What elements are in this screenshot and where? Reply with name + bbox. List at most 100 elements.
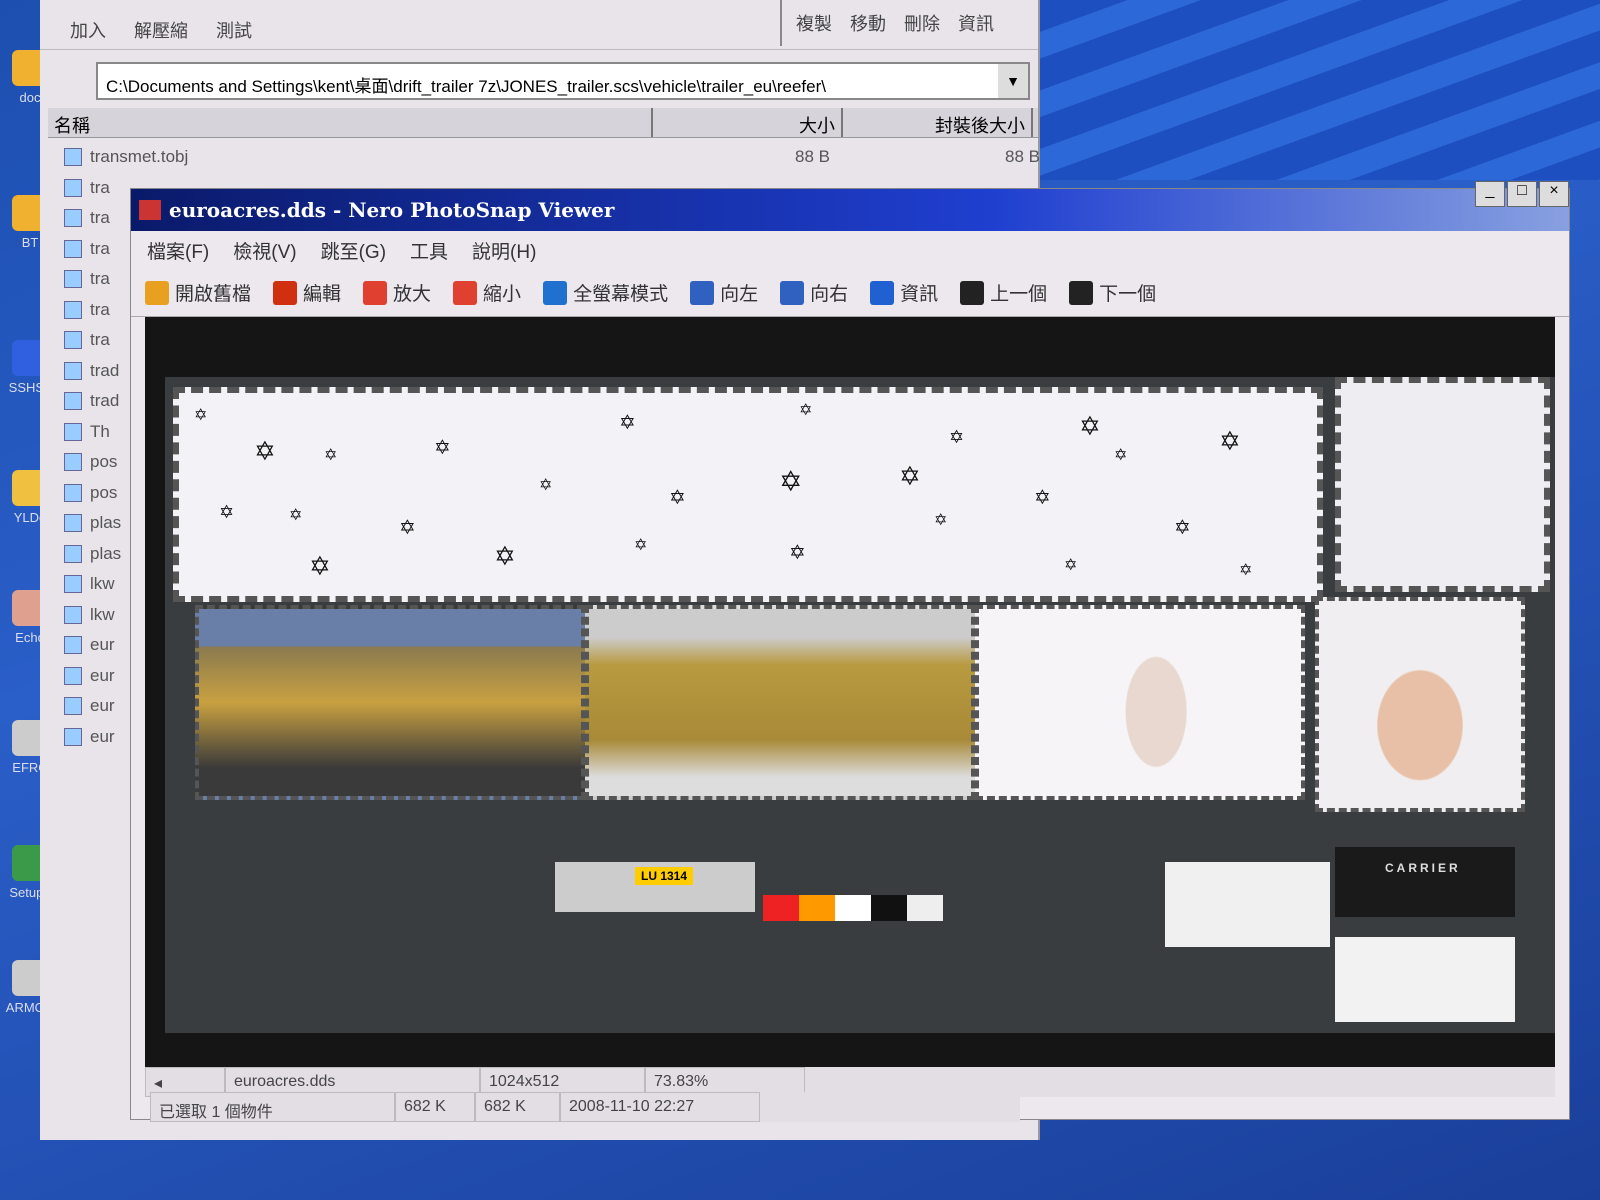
toolbar-label: 開啟舊檔 (175, 284, 252, 305)
viewer-window: euroacres.dds - Nero PhotoSnap Viewer _ … (130, 181, 1570, 1120)
file-name: plas (90, 513, 122, 533)
star-icon: ✡ (1064, 557, 1078, 574)
close-button[interactable]: × (1539, 181, 1569, 207)
file-name: tra (90, 269, 110, 289)
file-name: lkw (90, 604, 115, 624)
info-button[interactable]: 資訊 (958, 10, 994, 36)
star-icon: ✡ (799, 402, 813, 419)
model-photo (975, 605, 1305, 800)
extract-button[interactable]: 解壓縮 (134, 17, 188, 43)
copy-button[interactable]: 複製 (796, 10, 832, 36)
archiver-toolbar: 加入 解壓縮 測試 複製 移動 刪除 資訊 (40, 0, 1038, 50)
fullscreen-button[interactable]: 全螢幕模式 (543, 279, 668, 306)
white-panel-2 (1335, 937, 1515, 1022)
file-icon (64, 483, 82, 502)
arrow-left-button[interactable]: 上一個 (960, 279, 1047, 306)
arrow-right-icon (1069, 280, 1094, 305)
archiver-status-bar: 已選取 1 個物件 682 K 682 K 2008-11-10 22:27 (150, 1092, 1020, 1122)
star-icon: ✡ (289, 507, 303, 524)
status-modified: 2008-11-10 22:27 (560, 1092, 760, 1122)
info-button[interactable]: 資訊 (870, 279, 938, 306)
file-icon (64, 239, 82, 258)
address-text: C:\Documents and Settings\kent\桌面\drift_… (106, 77, 826, 96)
rotate-right-button[interactable]: 向右 (780, 279, 848, 306)
star-icon: ✡ (949, 427, 965, 447)
toolbar-label: 全螢幕模式 (573, 284, 669, 305)
file-icon (64, 575, 82, 594)
star-icon: ✡ (1219, 426, 1241, 456)
file-name: transmet.tobj (90, 147, 189, 167)
menu-item[interactable]: 檔案(F) (147, 237, 209, 264)
column-name[interactable]: 名稱 (48, 108, 653, 137)
menu-item[interactable]: 跳至(G) (321, 237, 386, 264)
star-icon: ✡ (1034, 487, 1051, 509)
viewer-toolbar: 開啟舊檔 編輯 放大 縮小 全螢幕模式 向左 向右 資訊 上一個 下一個 (131, 269, 1569, 317)
window-title: euroacres.dds - Nero PhotoSnap Viewer (169, 198, 615, 222)
star-icon: ✡ (634, 537, 648, 554)
menu-item[interactable]: 工具 (410, 237, 448, 264)
file-name: pos (90, 482, 118, 502)
file-icon (64, 453, 82, 472)
rotate-right-icon (780, 280, 805, 305)
star-icon: ✡ (194, 407, 208, 424)
maximize-button[interactable]: □ (1507, 181, 1537, 207)
car-photo-1 (195, 605, 585, 800)
star-panel: ✡ ✡ ✡ ✡ ✡ ✡ ✡ ✡ ✡ ✡ ✡ ✡ ✡ ✡ ✡ ✡ ✡ ✡ ✡ ✡ ✡ ✡ ✡ ✡ ✡ ✡ (173, 387, 1323, 602)
menu-item[interactable]: 檢視(V) (233, 237, 296, 264)
test-button[interactable]: 測試 (216, 17, 252, 43)
file-name: Th (90, 421, 110, 441)
delete-button[interactable]: 刪除 (904, 10, 940, 36)
file-icon (64, 148, 82, 167)
zoom-in-button[interactable]: 放大 (363, 279, 431, 306)
file-name: tra (90, 330, 110, 350)
file-name: tra (90, 177, 110, 197)
file-packed-size: 88 B (1005, 147, 1040, 167)
star-icon: ✡ (779, 466, 803, 497)
file-name: eur (90, 696, 115, 716)
address-bar[interactable]: C:\Documents and Settings\kent\桌面\drift_… (96, 62, 1030, 100)
file-row[interactable]: transmet.tobj 88 B 88 B (60, 142, 1050, 173)
fullscreen-icon (543, 280, 568, 305)
desktop-icon-label: doc (19, 90, 41, 105)
move-button[interactable]: 移動 (850, 10, 886, 36)
star-icon: ✡ (934, 512, 948, 529)
info-icon (870, 280, 895, 305)
star-icon: ✡ (1239, 562, 1253, 579)
title-bar: euroacres.dds - Nero PhotoSnap Viewer (131, 189, 1569, 231)
column-size[interactable]: 大小 (653, 108, 843, 137)
window-controls: _ □ × (1475, 181, 1569, 207)
column-headers: 名稱 大小 封裝後大小 (48, 108, 1038, 138)
star-icon: ✡ (1079, 411, 1101, 441)
zoom-out-button[interactable]: 縮小 (453, 279, 521, 306)
status-size: 682 K (395, 1092, 475, 1122)
star-icon: ✡ (899, 461, 921, 491)
toolbar-label: 下一個 (1099, 284, 1157, 305)
app-icon (139, 200, 161, 220)
toolbar-label: 資訊 (900, 284, 939, 305)
minimize-button[interactable]: _ (1475, 181, 1505, 207)
file-icon (64, 300, 82, 319)
file-name: trad (90, 360, 120, 380)
star-icon: ✡ (1174, 517, 1191, 539)
menu-item[interactable]: 說明(H) (472, 237, 536, 264)
brand-panel: CARRIER (1335, 847, 1515, 917)
star-icon: ✡ (789, 542, 806, 564)
column-packed-size[interactable]: 封裝後大小 (843, 108, 1033, 137)
file-name: eur (90, 726, 115, 746)
star-icon: ✡ (539, 477, 553, 494)
image-canvas[interactable]: ✡ ✡ ✡ ✡ ✡ ✡ ✡ ✡ ✡ ✡ ✡ ✡ ✡ ✡ ✡ ✡ ✡ ✡ ✡ ✡ ✡ ✡ ✡ ✡ ✡ ✡ LU 1314 CARRI… (145, 317, 1555, 1083)
edit-button[interactable]: 編輯 (273, 279, 341, 306)
chevron-down-icon[interactable]: ▼ (998, 64, 1028, 98)
rotate-left-button[interactable]: 向左 (690, 279, 758, 306)
star-icon: ✡ (324, 447, 338, 464)
status-packed: 682 K (475, 1092, 560, 1122)
file-icon (64, 331, 82, 350)
folder-open-button[interactable]: 開啟舊檔 (145, 279, 251, 306)
file-name: plas (90, 543, 122, 563)
star-icon: ✡ (309, 551, 331, 581)
star-icon: ✡ (399, 517, 416, 539)
arrow-right-button[interactable]: 下一個 (1069, 279, 1156, 306)
add-button[interactable]: 加入 (70, 17, 106, 43)
file-icon (64, 544, 82, 563)
file-name: tra (90, 208, 110, 228)
